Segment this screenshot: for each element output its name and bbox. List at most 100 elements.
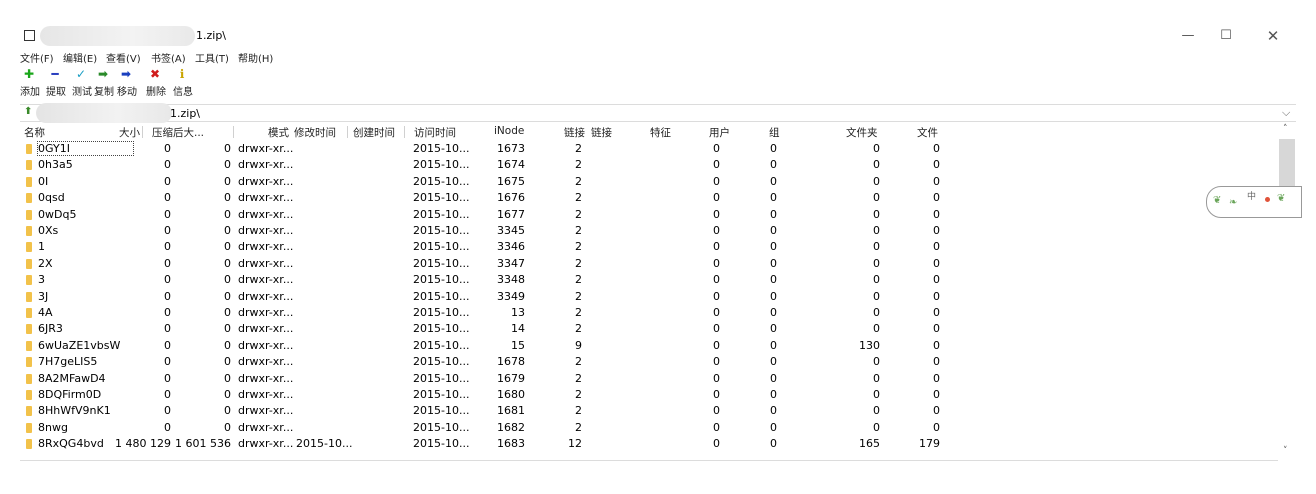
cell-packed-size: 0: [224, 306, 231, 319]
table-row[interactable]: 0GY1I 0 0 drwxr-xr... 2015-10... 1673 2 0 0 0 0: [20, 141, 1278, 157]
col-group[interactable]: 组: [769, 125, 780, 140]
scroll-up-icon[interactable]: ˄: [1283, 124, 1288, 134]
col-name[interactable]: 名称: [24, 125, 45, 140]
cell-folders: 0: [873, 240, 880, 254]
folder-icon: [26, 258, 32, 269]
cell-inode: 15: [511, 338, 525, 352]
cell-group: 0: [770, 338, 777, 352]
cell-links: 2: [575, 158, 582, 172]
col-files[interactable]: 文件: [917, 125, 938, 140]
col-mode[interactable]: 模式: [268, 125, 289, 140]
col-accessed[interactable]: 访问时间: [414, 125, 456, 140]
cell-inode: 1682: [497, 420, 525, 434]
cell-packed-size: 0: [224, 240, 231, 254]
cell-packed-size: 0: [224, 355, 231, 369]
table-row[interactable]: 8HhWfV9nK1 0 0 drwxr-xr... 2015-10... 1681 2 0 0…: [20, 403, 1278, 419]
cell-user: 0: [713, 437, 720, 451]
cell-files: 0: [933, 388, 940, 401]
cell-size: 0: [164, 224, 171, 237]
table-row[interactable]: 0wDq5 0 0 drwxr-xr... 2015-10... 1677 2 0 0 0 0: [20, 207, 1278, 223]
menu-bookmarks[interactable]: 书签(A): [151, 50, 186, 65]
move-button[interactable]: ➡ 移动: [117, 66, 137, 100]
table-row[interactable]: 3 0 0 drwxr-xr... 2015-10... 3348 2 0 0 0 0: [20, 272, 1278, 288]
table-row[interactable]: 8DQFirm0D 0 0 drwxr-xr... 2015-10... 1680 2 0 0 0…: [20, 387, 1278, 403]
cell-accessed: 2015-10...: [413, 142, 470, 155]
chevron-down-icon[interactable]: ⌵: [1282, 106, 1290, 120]
cell-files: 0: [933, 355, 940, 369]
info-icon: ℹ: [179, 67, 185, 81]
cell-group: 0: [770, 142, 777, 155]
col-user[interactable]: 用户: [709, 125, 730, 140]
col-attributes[interactable]: 特征: [650, 125, 671, 140]
cell-files: 0: [933, 240, 940, 254]
table-row[interactable]: 0Xs 0 0 drwxr-xr... 2015-10... 3345 2 0 0 0 0: [20, 223, 1278, 239]
cell-mode: drwxr-xr...: [238, 174, 294, 188]
table-row[interactable]: 4A 0 0 drwxr-xr... 2015-10... 13 2 0 0 0 0: [20, 305, 1278, 321]
table-row[interactable]: 7H7geLIS5 0 0 drwxr-xr... 2015-10... 1678 2 0 0 0…: [20, 354, 1278, 370]
cell-packed-size: 0: [224, 322, 231, 336]
table-row[interactable]: 8RxQG4bvd 1 480 129 1 601 536 drwxr-xr... 20…: [20, 436, 1278, 452]
scroll-thumb[interactable]: [1279, 139, 1295, 193]
scroll-down-icon[interactable]: ˅: [1283, 446, 1288, 456]
info-button[interactable]: ℹ 信息: [173, 66, 193, 100]
cell-packed-size: 0: [224, 338, 231, 352]
cell-folders: 0: [873, 224, 880, 237]
menu-tools[interactable]: 工具(T): [195, 50, 229, 65]
cell-accessed: 2015-10...: [413, 256, 470, 270]
table-row[interactable]: 0h3a5 0 0 drwxr-xr... 2015-10... 1674 2 0 0 0 0: [20, 157, 1278, 173]
add-button[interactable]: ✚ 添加: [20, 66, 40, 100]
col-size[interactable]: 大小: [119, 125, 140, 140]
info-label: 信息: [173, 87, 193, 98]
menu-help[interactable]: 帮助(H): [238, 50, 273, 65]
minimize-button[interactable]: —: [1174, 26, 1202, 46]
cell-inode: 1676: [497, 191, 525, 205]
copy-button[interactable]: ➡ 复制: [94, 66, 114, 100]
close-button[interactable]: ✕: [1259, 26, 1287, 46]
table-row[interactable]: 8nwg 0 0 drwxr-xr... 2015-10... 1682 2 0 0 0 0: [20, 420, 1278, 436]
col-inode[interactable]: iNode: [494, 125, 524, 137]
app-icon: [24, 30, 35, 41]
address-path[interactable]: 1.zip\: [170, 107, 200, 120]
menu-edit[interactable]: 编辑(E): [63, 50, 97, 65]
table-row[interactable]: 0qsd 0 0 drwxr-xr... 2015-10... 1676 2 0 0 0 0: [20, 190, 1278, 206]
up-folder-icon[interactable]: ⬆: [24, 106, 32, 117]
maximize-button[interactable]: ☐: [1212, 26, 1240, 46]
col-modified[interactable]: 修改时间: [294, 125, 336, 140]
table-row[interactable]: 2X 0 0 drwxr-xr... 2015-10... 3347 2 0 0 0 0: [20, 256, 1278, 272]
cell-mode: drwxr-xr...: [238, 420, 294, 434]
cell-mode: drwxr-xr...: [238, 191, 294, 205]
table-row[interactable]: 8A2MFawD4 0 0 drwxr-xr... 2015-10... 1679 2 0 0 0…: [20, 371, 1278, 387]
table-row[interactable]: 0I 0 0 drwxr-xr... 2015-10... 1675 2 0 0 0 0: [20, 174, 1278, 190]
table-row[interactable]: 3J 0 0 drwxr-xr... 2015-10... 3349 2 0 0 0 0: [20, 289, 1278, 305]
cell-user: 0: [713, 273, 720, 287]
cell-files: 0: [933, 158, 940, 172]
delete-button[interactable]: ✖ 删除: [146, 66, 166, 100]
col-folders[interactable]: 文件夹: [846, 125, 878, 140]
cell-files: 0: [933, 322, 940, 336]
cell-accessed: 2015-10...: [413, 404, 470, 418]
table-row[interactable]: 6JR3 0 0 drwxr-xr... 2015-10... 14 2 0 0 0 0: [20, 321, 1278, 337]
cell-user: 0: [713, 306, 720, 319]
cell-size: 1 480 129: [115, 437, 171, 451]
cell-inode: 1679: [497, 371, 525, 385]
table-row[interactable]: 1 0 0 drwxr-xr... 2015-10... 3346 2 0 0 0 0: [20, 239, 1278, 255]
cell-links: 2: [575, 355, 582, 369]
cell-size: 0: [164, 191, 171, 205]
vertical-scrollbar[interactable]: ˄ ˅: [1278, 124, 1296, 466]
col-links[interactable]: 链接: [564, 125, 585, 140]
cell-links: 2: [575, 322, 582, 336]
floating-widget[interactable]: ❦ ❧ 中 ❦: [1206, 186, 1302, 218]
col-created[interactable]: 创建时间: [353, 125, 395, 140]
col-links-2[interactable]: 链接: [591, 125, 612, 140]
extract-button[interactable]: ━ 提取: [46, 66, 66, 100]
menu-view[interactable]: 查看(V): [106, 50, 141, 65]
address-bar[interactable]: ⬆ 1.zip\ ⌵: [20, 103, 1296, 123]
cell-files: 0: [933, 289, 940, 303]
col-packed-size[interactable]: 压缩后大...: [152, 125, 204, 140]
test-button[interactable]: ✓ 测试: [72, 66, 92, 100]
table-row[interactable]: 6wUaZE1vbsW 0 0 drwxr-xr... 2015-10... 15 9 0 0 1…: [20, 338, 1278, 354]
cell-user: 0: [713, 256, 720, 270]
folder-icon: [26, 340, 32, 351]
menu-file[interactable]: 文件(F): [20, 50, 54, 65]
cell-accessed: 2015-10...: [413, 174, 470, 188]
